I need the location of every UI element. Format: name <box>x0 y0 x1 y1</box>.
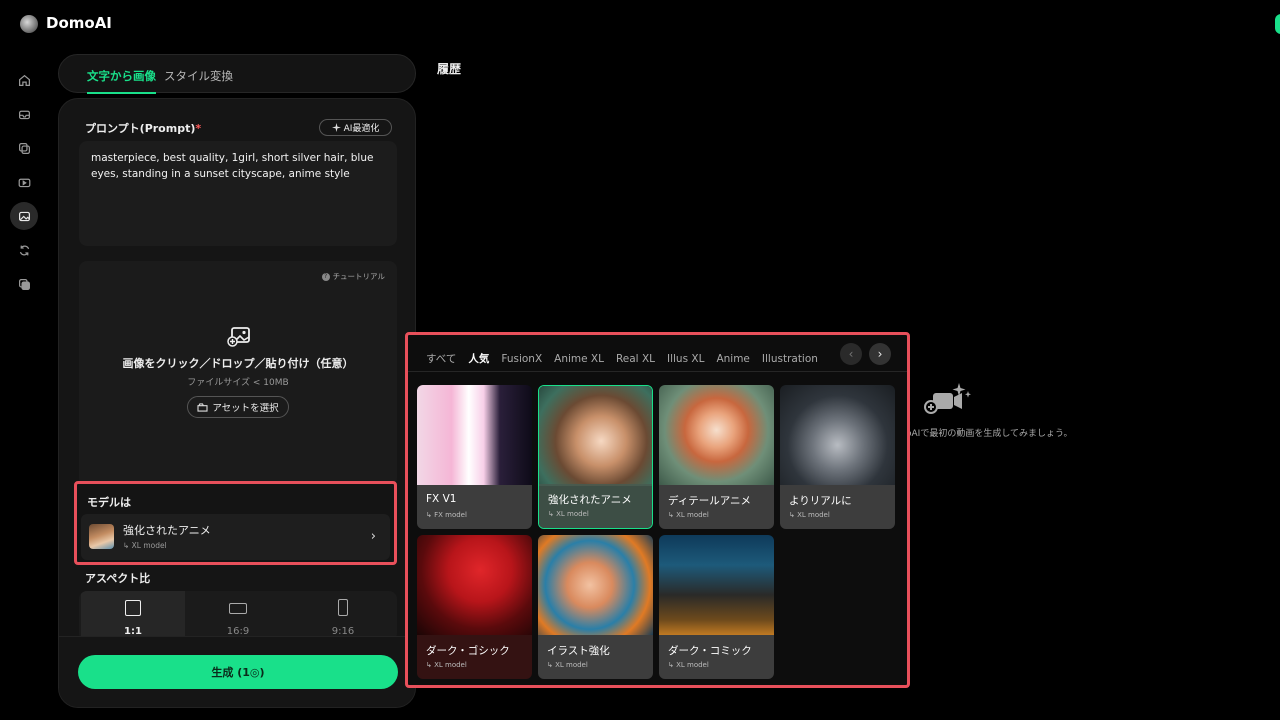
mode-tabs: 文字から画像 スタイル変換 <box>58 54 416 94</box>
model-label: モデルは <box>87 496 131 509</box>
aspect-ratio-selector: 1:1 16:9 9:16 <box>79 591 397 641</box>
refresh-icon <box>19 245 29 255</box>
model-card-name: ダーク・コミック <box>668 645 752 657</box>
model-section: モデルは 強化されたアニメ ↳ XL model › <box>74 481 397 565</box>
layers-icon <box>18 142 30 154</box>
tab-text-to-image[interactable]: 文字から画像 <box>87 68 156 94</box>
image-icon <box>18 211 30 221</box>
model-card-name: よりリアルに <box>789 495 852 507</box>
tab-style-transfer[interactable]: スタイル変換 <box>164 68 233 84</box>
generate-bar: 生成 (1◎) <box>59 636 415 707</box>
model-card-type: ↳ FX model <box>426 511 467 519</box>
chevron-right-icon: › <box>370 529 376 544</box>
generate-button[interactable]: 生成 (1◎) <box>78 655 398 689</box>
brand-name[interactable]: DomoAI <box>46 14 112 32</box>
model-card-dark-gothic[interactable]: ダーク・ゴシック ↳ XL model <box>417 535 532 679</box>
upload-title: 画像をクリック／ドロップ／貼り付け（任意） <box>122 357 354 370</box>
help-icon: ? <box>321 272 330 281</box>
model-selector[interactable]: 強化されたアニメ ↳ XL model › <box>81 514 390 560</box>
model-card-name: ダーク・ゴシック <box>426 645 510 657</box>
generation-panel: プロンプト(Prompt)* AI最適化 masterpiece, best q… <box>58 98 416 708</box>
aspect-option-16-9[interactable]: 16:9 <box>186 591 290 641</box>
top-bar: DomoAI <box>0 0 1280 48</box>
model-card-more-realistic[interactable]: よりリアルに ↳ XL model <box>780 385 895 529</box>
model-card-enhanced-anime[interactable]: 強化されたアニメ ↳ XL model <box>538 385 653 529</box>
aspect-option-1-1[interactable]: 1:1 <box>81 591 185 641</box>
filter-tab-anime-xl[interactable]: Anime XL <box>554 353 604 365</box>
aspect-option-9-16[interactable]: 9:16 <box>291 591 395 641</box>
sidebar-item-copy[interactable] <box>10 270 38 298</box>
chevron-left-icon[interactable]: ‹ <box>840 343 862 365</box>
image-upload-area[interactable]: ? チュートリアル 画像をクリック／ドロップ／貼り付け（任意） ファイルサイズ <… <box>79 261 397 486</box>
model-card-name: イラスト強化 <box>547 645 610 657</box>
aspect-ratio-label: アスペクト比 <box>85 572 151 585</box>
model-preview-image <box>417 535 532 635</box>
model-card-type: ↳ XL model <box>426 661 467 669</box>
selected-model-name: 強化されたアニメ <box>123 524 211 537</box>
sidebar-item-refresh[interactable] <box>10 236 38 264</box>
home-icon <box>18 74 30 86</box>
filter-tab-real-xl[interactable]: Real XL <box>616 353 655 365</box>
sidebar-item-home[interactable] <box>10 66 38 94</box>
video-sparkle-icon <box>924 383 971 414</box>
history-title: 履歴 <box>437 62 462 76</box>
sidebar-item-inbox[interactable] <box>10 100 38 128</box>
sidebar-item-video[interactable] <box>10 168 38 196</box>
model-preview-image <box>538 535 653 635</box>
model-card-type: ↳ XL model <box>789 511 830 519</box>
model-thumbnail <box>89 524 114 549</box>
landscape-shape-icon <box>229 603 247 614</box>
model-preview-image <box>539 386 652 486</box>
tutorial-link[interactable]: ? チュートリアル <box>321 271 385 282</box>
select-asset-button[interactable]: アセットを選択 <box>187 396 289 418</box>
square-shape-icon <box>125 600 141 616</box>
prompt-label: プロンプト(Prompt)* <box>85 122 202 135</box>
model-card-type: ↳ XL model <box>547 661 588 669</box>
sidebar-item-image[interactable] <box>10 202 38 230</box>
ai-optimize-button[interactable]: AI最適化 <box>319 119 392 136</box>
filter-tab-anime[interactable]: Anime <box>716 353 749 365</box>
sidebar <box>10 66 38 304</box>
filter-tab-popular[interactable]: 人気 <box>468 351 489 366</box>
domoai-logo-icon[interactable] <box>20 15 38 33</box>
model-picker-popup: すべて 人気 FusionX Anime XL Real XL Illus XL Anime… <box>405 332 910 688</box>
model-preview-image <box>659 535 774 635</box>
model-card-type: ↳ XL model <box>668 661 709 669</box>
inbox-icon <box>18 110 30 119</box>
model-filter-tabs: すべて 人気 FusionX Anime XL Real XL Illus XL Anime… <box>426 347 818 367</box>
filter-tab-all[interactable]: すべて <box>426 351 456 366</box>
portrait-shape-icon <box>338 599 348 616</box>
model-card-name: FX V1 <box>426 493 457 505</box>
account-avatar[interactable] <box>1275 14 1280 34</box>
filter-tab-illus-xl[interactable]: Illus XL <box>667 353 704 365</box>
sparkle-icon <box>331 123 341 132</box>
chevron-right-icon[interactable]: › <box>869 343 891 365</box>
model-card-name: ディテールアニメ <box>668 495 752 507</box>
model-preview-image <box>417 385 532 485</box>
selected-model-type: ↳ XL model <box>123 541 167 550</box>
model-card-detail-anime[interactable]: ディテールアニメ ↳ XL model <box>659 385 774 529</box>
model-card-type: ↳ XL model <box>548 510 589 518</box>
model-card-name: 強化されたアニメ <box>548 494 632 506</box>
required-mark: * <box>195 122 202 135</box>
model-card-dark-comic[interactable]: ダーク・コミック ↳ XL model <box>659 535 774 679</box>
copy-icon <box>18 278 30 290</box>
prompt-input[interactable]: masterpiece, best quality, 1girl, short … <box>79 141 397 246</box>
model-card-type: ↳ XL model <box>668 511 709 519</box>
upload-file-size: ファイルサイズ < 10MB <box>187 378 289 388</box>
divider <box>408 371 907 372</box>
filter-tab-fusionx[interactable]: FusionX <box>501 353 542 365</box>
model-preview-image <box>659 385 774 485</box>
model-card-illust-enhance[interactable]: イラスト強化 ↳ XL model <box>538 535 653 679</box>
asset-folder-icon <box>197 402 208 412</box>
add-image-icon <box>227 327 250 347</box>
model-card-fx-v1[interactable]: FX V1 ↳ FX model <box>417 385 532 529</box>
history-empty-text: oAIで最初の動画を生成してみましょう。 <box>906 429 1073 439</box>
model-preview-image <box>780 385 895 485</box>
video-icon <box>18 178 30 187</box>
sidebar-item-layers[interactable] <box>10 134 38 162</box>
filter-tab-illustration[interactable]: Illustration <box>762 353 818 365</box>
